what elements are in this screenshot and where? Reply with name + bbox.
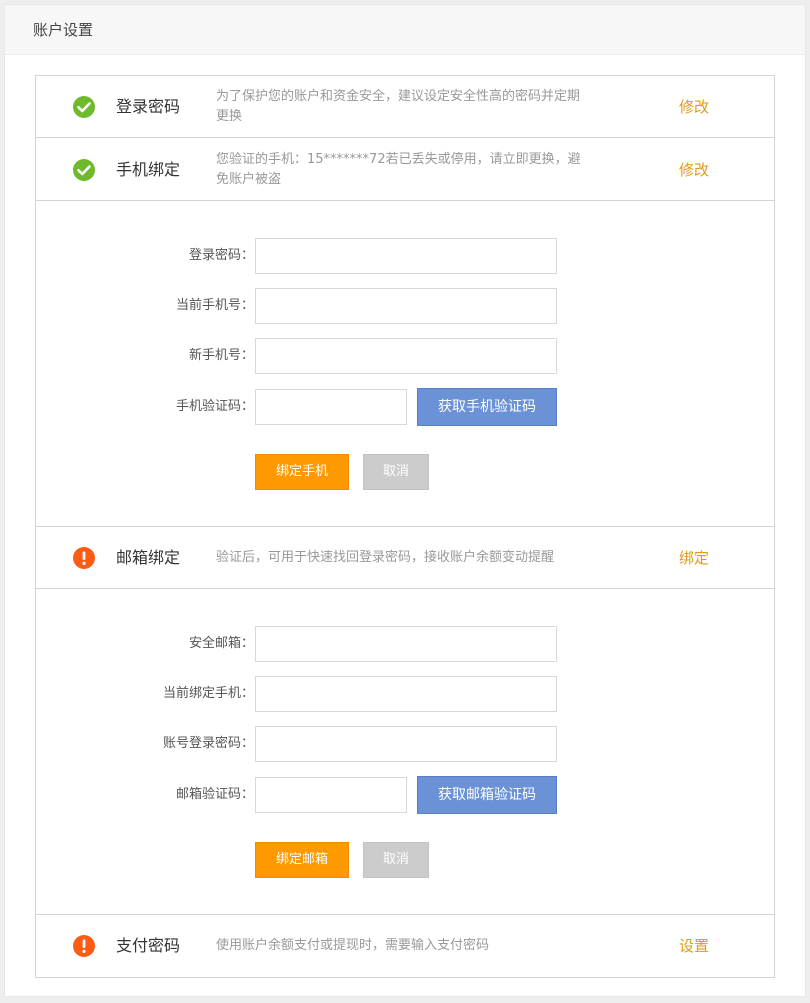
get-sms-code-button[interactable]: 获取手机验证码 <box>417 388 557 426</box>
modify-phone-link[interactable]: 修改 <box>679 139 709 201</box>
account-settings-panel: 账户设置 登录密码 为了保护您的账户和资金安全，建议设定安全性高的密码并定期更换… <box>4 4 806 997</box>
sms-code-label: 手机验证码： <box>175 399 254 414</box>
settings-row-email-binding: 邮箱绑定 验证后，可用于快速找回登录密码，接收账户余额变动提醒 绑定 <box>36 527 774 589</box>
modify-login-password-link[interactable]: 修改 <box>679 76 709 138</box>
email-binding-form: 安全邮箱： 当前绑定手机： 账号登录密码： 邮箱验证码： 获取邮箱验证码 绑定邮… <box>36 590 774 915</box>
cancel-email-button[interactable]: 取消 <box>363 842 429 878</box>
settings-row-login-password: 登录密码 为了保护您的账户和资金安全，建议设定安全性高的密码并定期更换 修改 <box>36 76 774 138</box>
new-phone-input[interactable] <box>255 338 557 374</box>
check-circle-icon <box>73 96 95 118</box>
bound-phone-label: 当前绑定手机： <box>162 686 254 701</box>
row-description: 为了保护您的账户和资金安全，建议设定安全性高的密码并定期更换 <box>216 89 581 124</box>
panel-header: 账户设置 <box>5 5 805 55</box>
exclamation-circle-icon <box>73 547 95 569</box>
account-password-label: 账号登录密码： <box>162 736 254 751</box>
login-password-input[interactable] <box>255 238 557 274</box>
check-circle-icon <box>73 159 95 181</box>
set-pay-password-link[interactable]: 设置 <box>679 915 709 977</box>
email-code-label: 邮箱验证码： <box>175 787 254 802</box>
row-description: 验证后，可用于快速找回登录密码，接收账户余额变动提醒 <box>216 550 555 565</box>
phone-binding-form: 登录密码： 当前手机号： 新手机号： 手机验证码： 获取手机验证码 绑定手机 取… <box>36 202 774 527</box>
row-description: 使用账户余额支付或提现时，需要输入支付密码 <box>216 938 490 953</box>
exclamation-circle-icon <box>73 935 95 957</box>
bind-email-button[interactable]: 绑定邮箱 <box>255 842 349 878</box>
account-password-input[interactable] <box>255 726 557 762</box>
cancel-phone-button[interactable]: 取消 <box>363 454 429 490</box>
current-phone-input[interactable] <box>255 288 557 324</box>
page-title: 账户设置 <box>33 21 94 39</box>
email-input[interactable] <box>255 626 557 662</box>
current-phone-label: 当前手机号： <box>175 298 254 313</box>
settings-list: 登录密码 为了保护您的账户和资金安全，建议设定安全性高的密码并定期更换 修改 手… <box>35 75 775 978</box>
sms-code-input[interactable] <box>255 389 407 425</box>
row-title: 登录密码 <box>116 97 181 116</box>
email-label: 安全邮箱： <box>188 636 254 651</box>
row-title: 手机绑定 <box>116 160 181 179</box>
settings-row-phone-binding: 手机绑定 您验证的手机：15*******72若已丢失或停用，请立即更换，避免账… <box>36 139 774 201</box>
new-phone-label: 新手机号： <box>188 348 254 363</box>
bound-phone-input[interactable] <box>255 676 557 712</box>
bind-email-link[interactable]: 绑定 <box>679 527 709 589</box>
row-description: 您验证的手机：15*******72若已丢失或停用，请立即更换，避免账户被盗 <box>216 152 581 187</box>
bind-phone-button[interactable]: 绑定手机 <box>255 454 349 490</box>
settings-row-pay-password: 支付密码 使用账户余额支付或提现时，需要输入支付密码 设置 <box>36 915 774 977</box>
get-email-code-button[interactable]: 获取邮箱验证码 <box>417 776 557 814</box>
login-password-label: 登录密码： <box>188 248 254 263</box>
email-code-input[interactable] <box>255 777 407 813</box>
row-title: 支付密码 <box>116 936 181 955</box>
row-title: 邮箱绑定 <box>116 548 181 567</box>
